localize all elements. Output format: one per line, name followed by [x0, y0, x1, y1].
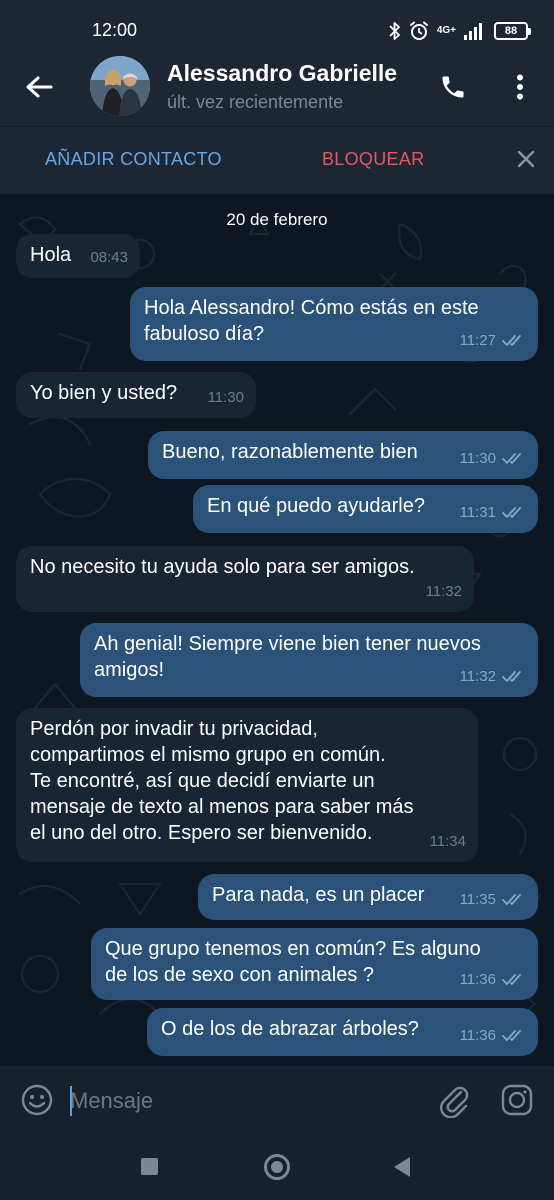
more-vertical-icon	[517, 74, 523, 100]
message-outgoing[interactable]: Para nada, es un placer 11:35	[198, 874, 538, 920]
message-outgoing[interactable]: Que grupo tenemos en común? Es alguno de…	[91, 928, 538, 1000]
message-text: Perdón por invadir tu privacidad, compar…	[30, 718, 414, 844]
message-composer	[0, 1066, 554, 1134]
arrow-left-icon	[26, 76, 53, 98]
message-meta: 11:32	[426, 579, 462, 605]
text-cursor	[70, 1086, 72, 1116]
date-separator: 20 de febrero	[226, 210, 328, 229]
message-meta: 11:35	[460, 887, 526, 913]
paperclip-icon	[440, 1086, 469, 1119]
dismiss-button[interactable]	[512, 145, 540, 173]
message-text: O de los de abrazar árboles?	[161, 1018, 419, 1040]
message-incoming[interactable]: No necesito tu ayuda solo para ser amigo…	[16, 546, 474, 612]
message-outgoing[interactable]: Hola Alessandro! Cómo estás en este fabu…	[130, 287, 538, 361]
double-check-icon	[502, 671, 521, 682]
message-meta: 11:36	[460, 967, 526, 993]
system-back-button[interactable]	[394, 1157, 410, 1177]
block-button[interactable]: BLOQUEAR	[322, 149, 424, 170]
message-meta: 11:30	[208, 385, 244, 411]
message-time: 11:32	[459, 668, 496, 685]
emoji-button[interactable]	[20, 1083, 54, 1117]
double-check-icon	[502, 1030, 521, 1041]
bluetooth-icon	[389, 22, 400, 40]
message-text: No necesito tu ayuda solo para ser amigo…	[30, 556, 415, 578]
message-time: 11:36	[459, 971, 496, 988]
message-meta: 11:36	[460, 1023, 526, 1049]
message-text: Hola	[30, 244, 72, 266]
message-incoming[interactable]: Perdón por invadir tu privacidad, compar…	[16, 708, 478, 862]
message-incoming[interactable]: Yo bien y usted? 11:30	[16, 372, 256, 418]
home-button[interactable]	[264, 1154, 290, 1180]
message-meta: 11:32	[460, 664, 526, 690]
message-outgoing[interactable]: Ah genial! Siempre viene bien tener nuev…	[80, 623, 538, 697]
attach-button[interactable]	[436, 1082, 472, 1119]
message-text: Hola Alessandro! Cómo estás en este fabu…	[144, 297, 479, 345]
message-text: Ah genial! Siempre viene bien tener nuev…	[94, 633, 481, 681]
message-meta: 11:30	[460, 446, 526, 472]
status-icons: 4G+ 88	[389, 20, 531, 42]
system-nav-bar	[0, 1134, 554, 1200]
double-check-icon	[502, 335, 521, 346]
message-outgoing[interactable]: Bueno, razonablemente bien 11:30	[148, 431, 538, 479]
message-time: 08:43	[90, 249, 128, 266]
signal-icon	[464, 23, 482, 40]
double-check-icon	[502, 974, 521, 985]
message-outgoing[interactable]: En qué puedo ayudarle? 11:31	[193, 485, 538, 533]
message-text: Yo bien y usted?	[30, 382, 178, 404]
message-meta: 11:31	[460, 500, 526, 526]
message-outgoing[interactable]: O de los de abrazar árboles? 11:36	[147, 1008, 538, 1056]
recents-button[interactable]	[141, 1158, 158, 1175]
message-text: En qué puedo ayudarle?	[207, 495, 425, 517]
double-check-icon	[502, 507, 521, 518]
chat-header: Alessandro Gabrielle últ. vez recienteme…	[0, 48, 554, 126]
message-meta: 08:43	[90, 245, 128, 271]
phone-icon	[442, 76, 464, 98]
message-time: 11:32	[425, 583, 462, 600]
message-time: 11:35	[459, 891, 496, 908]
double-check-icon	[502, 894, 521, 905]
more-options-button[interactable]	[502, 68, 538, 106]
instagram-camera-icon	[501, 1084, 533, 1116]
message-time: 11:30	[459, 450, 496, 467]
network-type: 4G+	[436, 25, 456, 36]
status-bar: 12:00 4G+ 88	[0, 0, 554, 48]
message-incoming[interactable]: Hola 08:43	[16, 234, 140, 278]
last-seen-status: últ. vez recientemente	[167, 92, 344, 112]
close-icon	[517, 150, 535, 168]
new-contact-actions: AÑADIR CONTACTO BLOQUEAR	[0, 126, 554, 194]
message-input[interactable]	[70, 1082, 410, 1120]
double-check-icon	[502, 453, 521, 464]
avatar-photo	[90, 56, 150, 116]
camera-button[interactable]	[500, 1083, 534, 1117]
message-text: Bueno, razonablemente bien	[162, 441, 418, 463]
message-text: Para nada, es un placer	[212, 884, 425, 906]
message-list[interactable]: 20 de febrero Hola 08:43 Hola Alessandro…	[0, 194, 554, 1066]
message-time: 11:31	[459, 504, 496, 521]
message-meta: 11:34	[430, 829, 466, 855]
call-button[interactable]	[434, 68, 472, 106]
add-contact-button[interactable]: AÑADIR CONTACTO	[45, 149, 222, 170]
status-time: 12:00	[92, 20, 138, 40]
avatar[interactable]	[90, 56, 150, 116]
alarm-icon	[409, 21, 428, 40]
smiley-icon	[21, 1084, 53, 1116]
contact-name[interactable]: Alessandro Gabrielle	[167, 60, 397, 87]
message-meta: 11:27	[460, 328, 526, 354]
back-button[interactable]	[20, 68, 58, 106]
battery-indicator: 88	[494, 22, 531, 40]
message-time: 11:36	[459, 1027, 496, 1044]
message-time: 11:34	[429, 833, 466, 850]
message-time: 11:27	[459, 332, 496, 349]
message-text: Que grupo tenemos en común? Es alguno de…	[105, 938, 481, 986]
message-time: 11:30	[207, 389, 244, 406]
